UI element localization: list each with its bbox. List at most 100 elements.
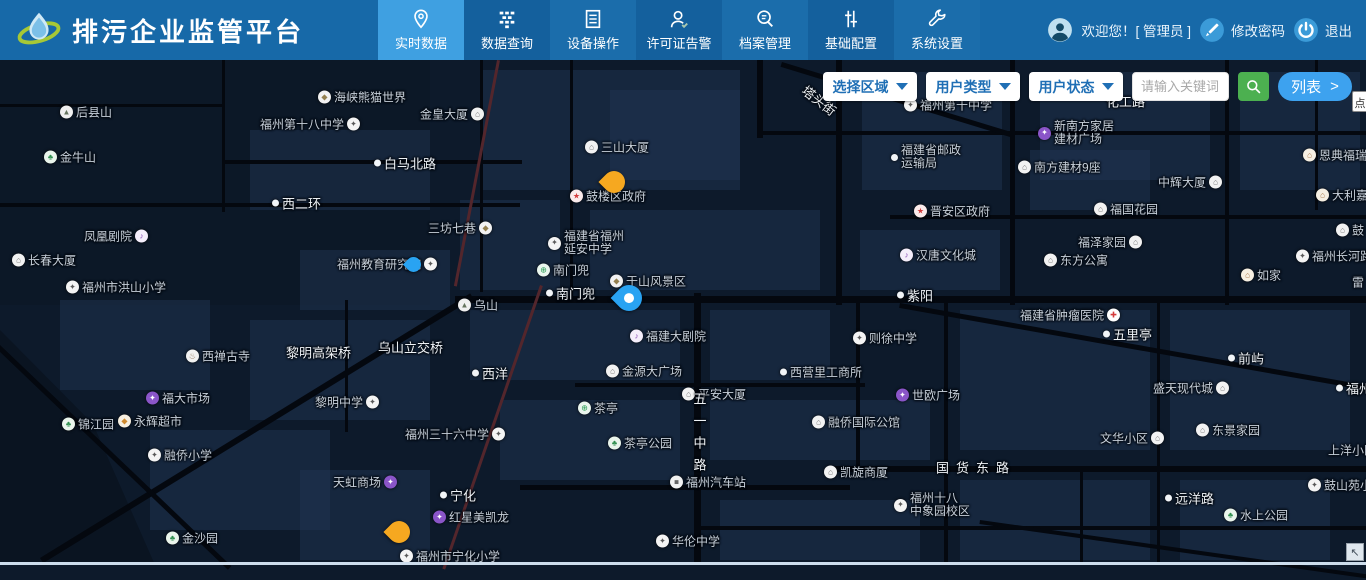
- label-text: 融侨小学: [164, 447, 212, 464]
- road-label: 五里亭: [1103, 325, 1152, 344]
- label-text: 福大市场: [162, 390, 210, 407]
- nav-tab-5[interactable]: 档案管理: [722, 0, 808, 60]
- building-icon: ⌂: [1209, 176, 1222, 189]
- nav-tab-4[interactable]: 许可证告警: [636, 0, 722, 60]
- nav-tab-2[interactable]: 数据查询: [464, 0, 550, 60]
- poi-label: ✦融侨小学: [148, 447, 212, 464]
- label-text: 紫阳: [907, 286, 933, 305]
- poi-label: 福州三十六中学✦: [405, 426, 505, 443]
- building-icon: ⌂: [471, 108, 484, 121]
- pan-reset-control[interactable]: ↖: [1346, 543, 1364, 561]
- gov-icon: ★: [570, 190, 583, 203]
- power-icon: [1293, 17, 1319, 43]
- user-status-select[interactable]: 用户状态: [1029, 72, 1123, 101]
- map-marker-blue[interactable]: [616, 285, 642, 311]
- map-marker-orange[interactable]: [603, 171, 625, 193]
- bus-icon: ■: [670, 476, 683, 489]
- search-button[interactable]: [1238, 72, 1269, 101]
- chevron-down-icon: [896, 83, 908, 90]
- change-password-button[interactable]: 修改密码: [1199, 17, 1285, 43]
- map-marker-blue[interactable]: [406, 257, 421, 272]
- poi-label: 雷: [1352, 274, 1364, 291]
- school-icon: ✦: [424, 258, 437, 271]
- label-text: 锦江园: [78, 416, 114, 433]
- label-text: 西营里工商所: [790, 364, 862, 381]
- nav-tab-6[interactable]: 基础配置: [808, 0, 894, 60]
- label-text: 世欧广场: [912, 387, 960, 404]
- map-dot-icon: [1336, 385, 1343, 392]
- user-area: 欢迎您！[ 管理员 ] 修改密码 退出: [1047, 0, 1352, 60]
- label-text: 东景家园: [1212, 422, 1260, 439]
- poi-label: ⌂南方建材9座: [1018, 159, 1101, 176]
- poi-label: ⌂福国花园: [1094, 201, 1158, 218]
- label-text: 中辉大厦: [1158, 174, 1206, 191]
- label-text: 后县山: [76, 104, 112, 121]
- poi-label: 福建省邮政运输局: [891, 144, 961, 170]
- label-text: 金牛山: [60, 149, 96, 166]
- label-text: 乌山: [474, 297, 498, 314]
- road-label: 白马北路: [374, 154, 436, 173]
- label-text: 福建省福州延安中学: [564, 230, 624, 256]
- map-marker-orange[interactable]: [388, 521, 410, 543]
- map-dot-icon: [1165, 495, 1172, 502]
- poi-label: ◆永辉超市: [118, 413, 182, 430]
- label-text: 茶亭: [594, 400, 618, 417]
- chevron-down-icon: [1102, 83, 1114, 90]
- shopping-icon: ✦: [1038, 127, 1051, 140]
- pin-icon: [410, 8, 432, 30]
- poi-label: ★晋安区政府: [914, 203, 990, 220]
- school-icon: ✦: [492, 428, 505, 441]
- label-text: 长春大厦: [28, 252, 76, 269]
- map-dot-icon: [472, 370, 479, 377]
- building-icon: ⌂: [1196, 424, 1209, 437]
- label-text: 南门兜: [556, 284, 595, 303]
- map-dot-icon: [897, 292, 904, 299]
- poi-label: ⌂东景家园: [1196, 422, 1260, 439]
- label-text: 国货东路: [936, 458, 1016, 477]
- poi-label: 福州第十八中学✦: [260, 116, 360, 133]
- hospital-icon: ✚: [1107, 309, 1120, 322]
- label-text: 天虹商场: [333, 474, 381, 491]
- label-text: 水上公园: [1240, 507, 1288, 524]
- label-text: 福州十八中象园校区: [910, 492, 970, 518]
- nav-tab-1[interactable]: 实时数据: [378, 0, 464, 60]
- list-button[interactable]: 列表 >: [1278, 72, 1352, 101]
- poi-label: 三坊七巷◆: [428, 220, 492, 237]
- poi-label: ⌂长春大厦: [12, 252, 76, 269]
- map-dot-icon: [440, 492, 447, 499]
- shopping-icon: ✦: [384, 476, 397, 489]
- label-text: 福泽家园: [1078, 234, 1126, 251]
- poi-label: ⊕南门兜: [537, 262, 589, 279]
- poi-label: ▲乌山: [458, 297, 498, 314]
- logout-button[interactable]: 退出: [1293, 17, 1352, 43]
- region-select[interactable]: 选择区域: [823, 72, 917, 101]
- poi-label: 福建省肿瘤医院✚: [1020, 307, 1120, 324]
- metro-icon: ⊕: [537, 264, 550, 277]
- nav-tab-3[interactable]: 设备操作: [550, 0, 636, 60]
- label-text: 凯旋商厦: [840, 464, 888, 481]
- building-icon: ⌂: [1129, 236, 1142, 249]
- nav-tab-label: 系统设置: [911, 33, 963, 52]
- poi-label: ♣锦江园: [62, 416, 114, 433]
- label-text: 南方建材9座: [1034, 159, 1101, 176]
- hotel-icon: ⌂: [1316, 189, 1329, 202]
- nav-tab-7[interactable]: 系统设置: [894, 0, 980, 60]
- label-text: 茶亭公园: [624, 435, 672, 452]
- supermarket-icon: ◆: [118, 415, 131, 428]
- label-text: 福州三十六中学: [405, 426, 489, 443]
- poi-label: ⌂融侨国际公馆: [812, 414, 900, 431]
- building-icon: ⌂: [606, 365, 619, 378]
- edge-point-control[interactable]: 点: [1352, 91, 1366, 112]
- metro-icon: ⊕: [578, 402, 591, 415]
- poi-label: ✦福州市洪山小学: [66, 279, 166, 296]
- road-label: 黎明高架桥: [286, 343, 351, 362]
- user-type-select[interactable]: 用户类型: [926, 72, 1020, 101]
- nav-tab-label: 档案管理: [739, 33, 791, 52]
- label-text: 白马北路: [384, 154, 436, 173]
- building-icon: ⌂: [1018, 161, 1031, 174]
- label-text: 福国花园: [1110, 201, 1158, 218]
- search-input[interactable]: [1132, 72, 1229, 101]
- logout-label: 退出: [1325, 20, 1352, 40]
- school-icon: ✦: [853, 332, 866, 345]
- poi-label: ✦华伦中学: [656, 533, 720, 550]
